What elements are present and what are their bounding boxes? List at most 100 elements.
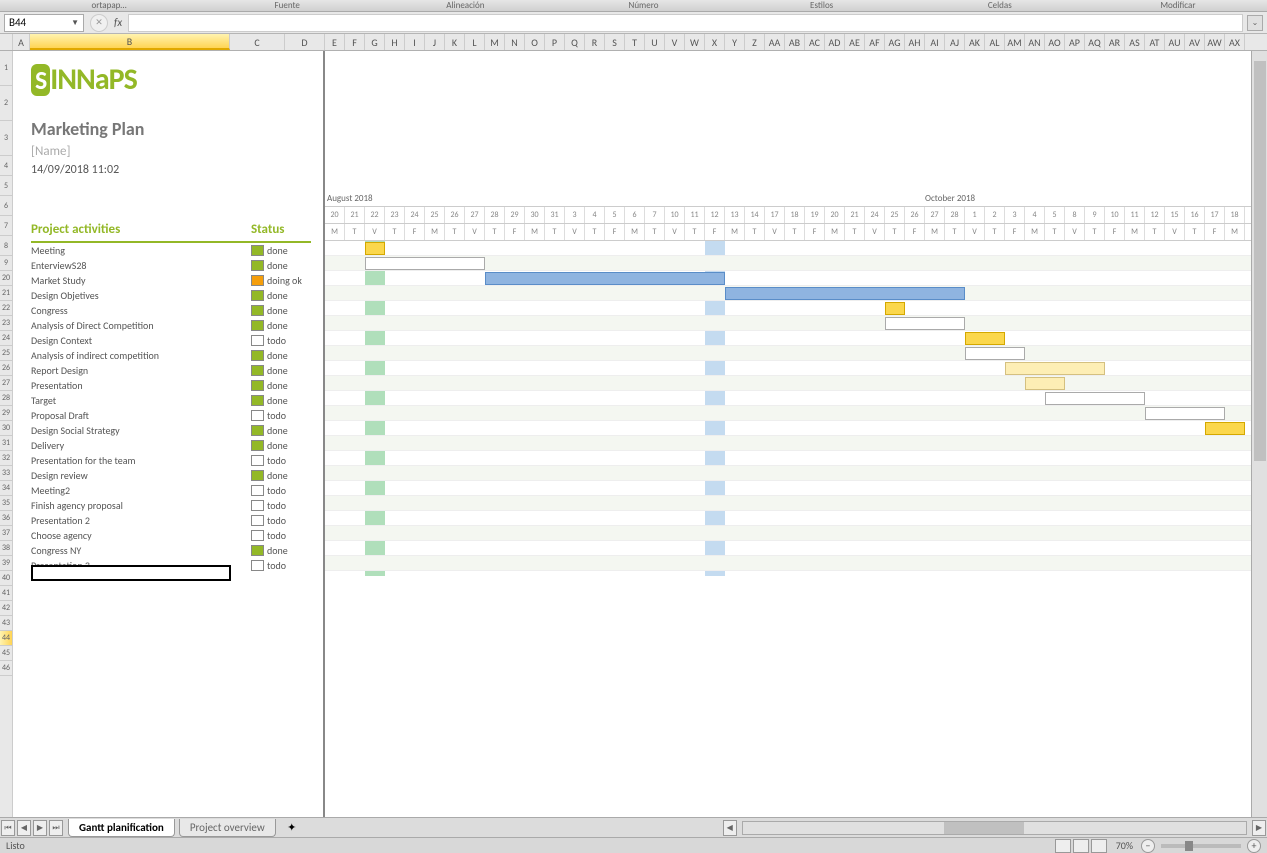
gantt-row[interactable]: [325, 301, 1267, 316]
fx-icon[interactable]: fx: [114, 16, 122, 29]
name-box[interactable]: B44 ▼: [4, 14, 84, 32]
col-header[interactable]: X: [705, 34, 725, 50]
gantt-bar[interactable]: [365, 242, 385, 255]
activity-row[interactable]: EnterviewS28done: [31, 258, 311, 273]
gantt-row[interactable]: [325, 481, 1267, 496]
gantt-bar[interactable]: [1005, 362, 1105, 375]
activity-row[interactable]: Analysis of Direct Competitiondone: [31, 318, 311, 333]
row-header[interactable]: 29: [0, 406, 12, 421]
gantt-bar[interactable]: [885, 317, 965, 330]
col-header[interactable]: AL: [985, 34, 1005, 50]
gantt-bar[interactable]: [485, 272, 725, 285]
gantt-row[interactable]: [325, 556, 1267, 571]
gantt-row[interactable]: [325, 436, 1267, 451]
col-header[interactable]: E: [325, 34, 345, 50]
row-header[interactable]: 32: [0, 451, 12, 466]
col-header[interactable]: U: [645, 34, 665, 50]
gantt-bar[interactable]: [965, 332, 1005, 345]
activity-row[interactable]: Targetdone: [31, 393, 311, 408]
col-header[interactable]: AP: [1065, 34, 1085, 50]
tab-nav-prev[interactable]: ◀: [17, 820, 31, 836]
activity-row[interactable]: Presentation for the teamtodo: [31, 453, 311, 468]
activity-row[interactable]: Finish agency proposaltodo: [31, 498, 311, 513]
row-header[interactable]: 31: [0, 436, 12, 451]
expand-formula-button[interactable]: ⌄: [1247, 15, 1263, 31]
row-header[interactable]: 24: [0, 331, 12, 346]
view-normal-button[interactable]: [1055, 839, 1071, 853]
row-header[interactable]: 34: [0, 481, 12, 496]
col-header[interactable]: AM: [1005, 34, 1025, 50]
gantt-row[interactable]: [325, 511, 1267, 526]
hscroll-left[interactable]: ◀: [723, 820, 737, 836]
row-header[interactable]: 30: [0, 421, 12, 436]
gantt-bar[interactable]: [885, 302, 905, 315]
col-header[interactable]: AU: [1165, 34, 1185, 50]
activity-row[interactable]: Proposal Drafttodo: [31, 408, 311, 423]
activity-row[interactable]: Meetingdone: [31, 243, 311, 258]
gantt-bar[interactable]: [725, 287, 965, 300]
zoom-out-button[interactable]: −: [1141, 839, 1155, 853]
col-header[interactable]: N: [505, 34, 525, 50]
tab-nav-last[interactable]: ⏭: [49, 820, 63, 836]
formula-input[interactable]: [128, 14, 1243, 32]
zoom-level[interactable]: 70%: [1116, 839, 1133, 852]
row-header[interactable]: 6: [0, 196, 12, 216]
col-header[interactable]: AG: [885, 34, 905, 50]
col-header[interactable]: AX: [1225, 34, 1245, 50]
col-header[interactable]: W: [685, 34, 705, 50]
gantt-row[interactable]: [325, 421, 1267, 436]
row-header[interactable]: 28: [0, 391, 12, 406]
activity-row[interactable]: Congress NYdone: [31, 543, 311, 558]
row-header[interactable]: 38: [0, 541, 12, 556]
gantt-row[interactable]: [325, 541, 1267, 556]
row-header[interactable]: 3: [0, 121, 12, 156]
row-header[interactable]: 8: [0, 236, 12, 256]
col-header[interactable]: AK: [965, 34, 985, 50]
row-header[interactable]: 21: [0, 286, 12, 301]
col-header[interactable]: V: [665, 34, 685, 50]
col-header[interactable]: J: [425, 34, 445, 50]
gantt-bar[interactable]: [1025, 377, 1065, 390]
row-header[interactable]: 44: [0, 631, 12, 646]
row-header[interactable]: 37: [0, 526, 12, 541]
new-sheet-icon[interactable]: ✦: [282, 821, 302, 835]
activity-row[interactable]: Market Studydoing ok: [31, 273, 311, 288]
col-header[interactable]: L: [465, 34, 485, 50]
zoom-slider-thumb[interactable]: [1185, 841, 1193, 851]
horizontal-scrollbar[interactable]: [742, 821, 1247, 835]
activity-row[interactable]: Presentation 2todo: [31, 513, 311, 528]
row-header[interactable]: 22: [0, 301, 12, 316]
row-header[interactable]: 26: [0, 361, 12, 376]
sheet-tab-gantt[interactable]: Gantt planification: [68, 819, 175, 837]
gantt-row[interactable]: [325, 361, 1267, 376]
row-header[interactable]: 36: [0, 511, 12, 526]
col-header[interactable]: R: [585, 34, 605, 50]
col-header[interactable]: AV: [1185, 34, 1205, 50]
col-header[interactable]: AD: [825, 34, 845, 50]
scrollbar-thumb[interactable]: [1254, 61, 1266, 461]
activity-row[interactable]: Design Contexttodo: [31, 333, 311, 348]
row-header[interactable]: 27: [0, 376, 12, 391]
col-header[interactable]: F: [345, 34, 365, 50]
col-header[interactable]: I: [405, 34, 425, 50]
activity-row[interactable]: Meeting2todo: [31, 483, 311, 498]
col-header[interactable]: C: [230, 34, 285, 50]
activity-row[interactable]: Deliverydone: [31, 438, 311, 453]
gantt-row[interactable]: [325, 406, 1267, 421]
row-header[interactable]: 20: [0, 271, 12, 286]
sheet-tab-overview[interactable]: Project overview: [179, 819, 276, 837]
activity-row[interactable]: Report Designdone: [31, 363, 311, 378]
gantt-row[interactable]: [325, 241, 1267, 256]
row-header[interactable]: 2: [0, 86, 12, 121]
activity-row[interactable]: Congressdone: [31, 303, 311, 318]
col-header[interactable]: B: [30, 34, 230, 50]
row-header[interactable]: 40: [0, 571, 12, 586]
row-header[interactable]: 25: [0, 346, 12, 361]
col-header[interactable]: AO: [1045, 34, 1065, 50]
active-cell-selection[interactable]: [31, 565, 231, 581]
col-header[interactable]: AS: [1125, 34, 1145, 50]
zoom-in-button[interactable]: +: [1247, 839, 1261, 853]
col-header[interactable]: AR: [1105, 34, 1125, 50]
row-header[interactable]: 41: [0, 586, 12, 601]
col-header[interactable]: AH: [905, 34, 925, 50]
